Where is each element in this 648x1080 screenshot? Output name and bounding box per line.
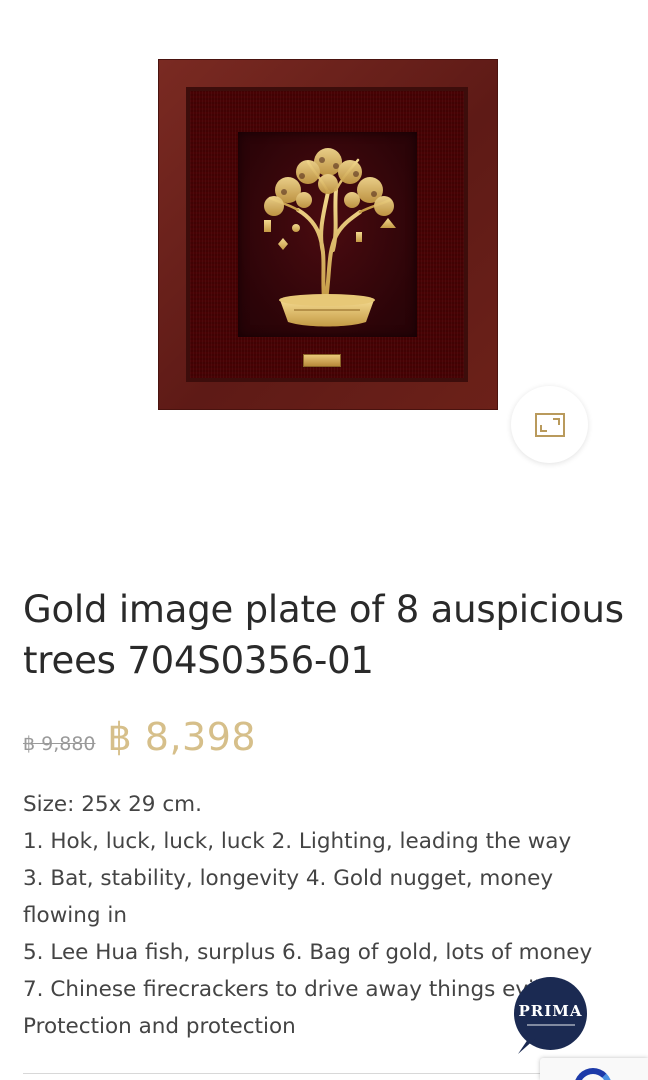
name-plaque	[303, 354, 341, 367]
recaptcha-icon	[574, 1068, 612, 1080]
expand-icon	[534, 412, 565, 437]
product-title: Gold image plate of 8 auspicious trees 7…	[23, 588, 624, 682]
sale-price: ฿ 8,398	[107, 715, 257, 759]
old-price: ฿ 9,880	[23, 733, 96, 755]
divider	[23, 1073, 541, 1074]
chat-brand: PRIMA	[518, 1001, 583, 1020]
description-line: 5. Lee Hua fish, surplus 6. Bag of gold,…	[23, 940, 593, 965]
recaptcha-badge[interactable]	[540, 1058, 648, 1080]
description-line: Size: 25x 29 cm.	[23, 792, 202, 817]
description-line: flowing in	[23, 903, 127, 928]
description-line: 3. Bat, stability, longevity 4. Gold nug…	[23, 866, 554, 891]
product-image[interactable]	[158, 59, 498, 410]
chat-badge-icon[interactable]: PRIMA	[514, 977, 587, 1054]
price-row: ฿ 9,880 ฿ 8,398	[23, 715, 256, 765]
gold-tree-illustration	[264, 148, 396, 327]
description-line: 1. Hok, luck, luck, luck 2. Lighting, le…	[23, 829, 572, 854]
zoom-button[interactable]	[511, 386, 588, 463]
